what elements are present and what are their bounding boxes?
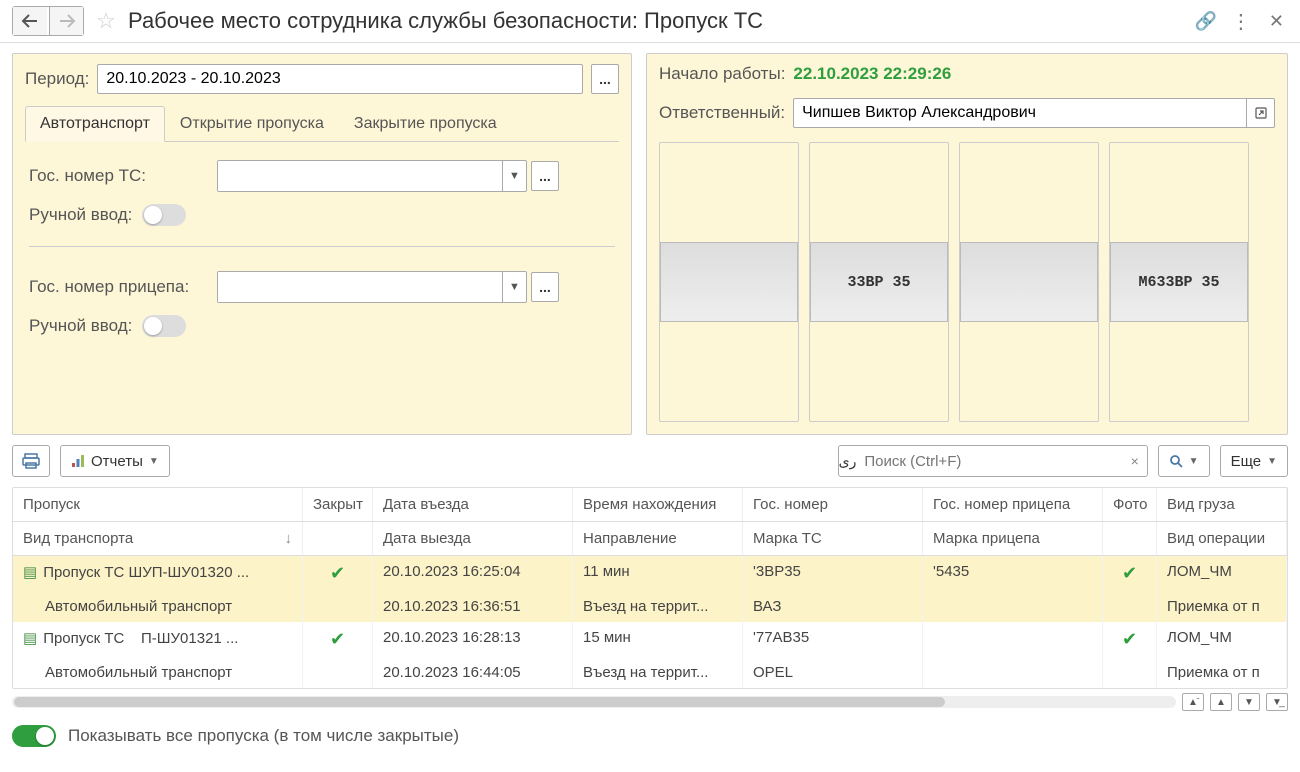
passes-table: Пропуск Закрыт Дата въезда Время нахожде… xyxy=(12,487,1288,689)
nav-forward-button[interactable] xyxy=(49,7,83,35)
search-wrapper: ری × xyxy=(838,445,1148,477)
filters-panel: Период: ... Автотранспорт Открытие пропу… xyxy=(12,53,632,435)
col-date-in[interactable]: Дата въезда xyxy=(373,488,573,521)
tab-close-pass[interactable]: Закрытие пропуска xyxy=(339,106,512,141)
col-brand[interactable]: Марка ТС xyxy=(743,522,923,555)
col-time[interactable]: Время нахождения xyxy=(573,488,743,521)
more-button[interactable]: Еще ▼ xyxy=(1220,445,1288,477)
show-all-label: Показывать все пропуска (в том числе зак… xyxy=(68,726,459,746)
tab-auto[interactable]: Автотранспорт xyxy=(25,106,165,142)
col-photo[interactable]: Фото xyxy=(1103,488,1157,521)
trailer-plate-input[interactable] xyxy=(218,272,502,302)
page-title: Рабочее место сотрудника службы безопасн… xyxy=(128,8,1186,34)
nav-back-button[interactable] xyxy=(13,7,47,35)
info-panel: Начало работы: 22.10.2023 22:29:26 Ответ… xyxy=(646,53,1288,435)
manual-input-toggle-1[interactable] xyxy=(142,204,186,226)
check-icon: ✔ xyxy=(1122,563,1137,583)
check-icon: ✔ xyxy=(1122,629,1137,649)
col-date-out[interactable]: Дата выезда xyxy=(373,522,573,555)
horizontal-scrollbar[interactable] xyxy=(12,696,1176,708)
kebab-menu-icon[interactable]: ⋮ xyxy=(1225,9,1257,34)
col-trailer-brand[interactable]: Марка прицепа xyxy=(923,522,1103,555)
plate-input[interactable] xyxy=(218,161,502,191)
camera-thumb-2[interactable]: 33ВР 35 xyxy=(809,142,949,422)
table-subrow[interactable]: Автомобильный транспорт20.10.2023 16:36:… xyxy=(13,591,1287,622)
trailer-dropdown-button[interactable]: ▼ xyxy=(502,272,526,302)
col-op-kind[interactable]: Вид операции xyxy=(1157,522,1287,555)
document-icon: ▤ xyxy=(23,563,37,581)
trailer-plate-label: Гос. номер прицепа: xyxy=(29,277,199,297)
trailer-picker-button[interactable]: ... xyxy=(531,272,559,302)
tab-open-pass[interactable]: Открытие пропуска xyxy=(165,106,339,141)
table-row[interactable]: ▤Пропуск ТС ШУП-ШУ01320 ...✔20.10.2023 1… xyxy=(13,556,1287,591)
scroll-top-button[interactable]: ▲̄ xyxy=(1182,693,1204,711)
table-row[interactable]: ▤Пропуск ТС П-ШУ01321 ...✔20.10.2023 16:… xyxy=(13,622,1287,657)
col-closed[interactable]: Закрыт xyxy=(303,488,373,521)
favorite-star-icon[interactable]: ☆ xyxy=(92,8,120,34)
camera-thumb-1[interactable] xyxy=(659,142,799,422)
col-trailer[interactable]: Гос. номер прицепа xyxy=(923,488,1103,521)
responsible-open-button[interactable] xyxy=(1247,98,1275,128)
scroll-up-button[interactable]: ▲ xyxy=(1210,693,1232,711)
show-all-toggle[interactable] xyxy=(12,725,56,747)
col-transport-kind[interactable]: Вид транспорта ↓ xyxy=(13,522,303,555)
responsible-label: Ответственный: xyxy=(659,103,785,123)
print-button[interactable] xyxy=(12,445,50,477)
find-button[interactable]: ▼ xyxy=(1158,445,1210,477)
scroll-down-button[interactable]: ▼ xyxy=(1238,693,1260,711)
period-picker-button[interactable]: ... xyxy=(591,64,619,94)
reports-button[interactable]: Отчеты ▼ xyxy=(60,445,170,477)
close-icon[interactable]: ✕ xyxy=(1265,11,1288,32)
responsible-input[interactable] xyxy=(793,98,1247,128)
filters-tabs: Автотранспорт Открытие пропуска Закрытие… xyxy=(25,106,619,142)
manual-input-label-1: Ручной ввод: xyxy=(29,205,132,225)
plate-label: Гос. номер ТС: xyxy=(29,166,189,186)
table-subrow[interactable]: Автомобильный транспорт20.10.2023 16:44:… xyxy=(13,657,1287,688)
search-input[interactable] xyxy=(856,453,1122,470)
check-icon: ✔ xyxy=(330,563,345,583)
manual-input-label-2: Ручной ввод: xyxy=(29,316,132,336)
plate-dropdown-button[interactable]: ▼ xyxy=(502,161,526,191)
scroll-bottom-button[interactable]: ▼̲ xyxy=(1266,693,1288,711)
col-pass[interactable]: Пропуск xyxy=(13,488,303,521)
period-input[interactable] xyxy=(97,64,583,94)
period-label: Период: xyxy=(25,69,89,89)
sort-down-icon: ↓ xyxy=(285,530,293,547)
link-icon[interactable]: 🔗 xyxy=(1194,11,1216,32)
plate-picker-button[interactable]: ... xyxy=(531,161,559,191)
start-time-value: 22.10.2023 22:29:26 xyxy=(793,64,951,84)
col-direction[interactable]: Направление xyxy=(573,522,743,555)
document-icon: ▤ xyxy=(23,629,37,647)
start-time-label: Начало работы: xyxy=(659,64,785,84)
camera-thumb-3[interactable] xyxy=(959,142,1099,422)
col-cargo[interactable]: Вид груза xyxy=(1157,488,1287,521)
manual-input-toggle-2[interactable] xyxy=(142,315,186,337)
check-icon: ✔ xyxy=(330,629,345,649)
col-plate[interactable]: Гос. номер xyxy=(743,488,923,521)
search-clear-button[interactable]: × xyxy=(1123,453,1147,469)
camera-thumb-4[interactable]: М633ВР 35 xyxy=(1109,142,1249,422)
